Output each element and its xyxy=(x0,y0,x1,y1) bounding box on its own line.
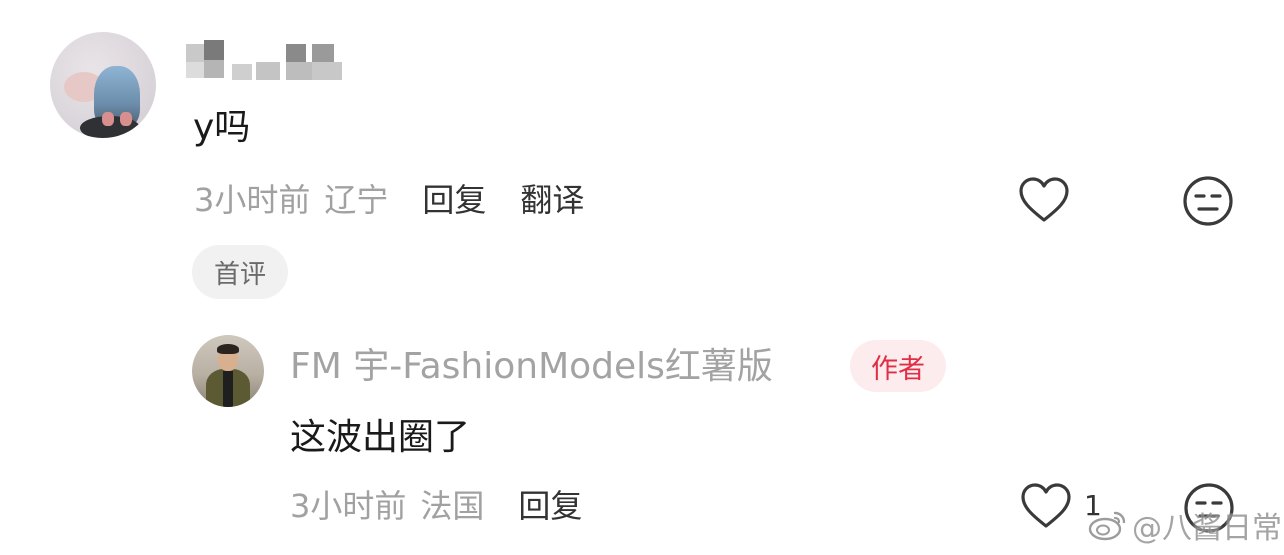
reply-time: 3小时前 xyxy=(290,487,407,525)
reply-button[interactable]: 回复 xyxy=(518,481,582,527)
comment-meta: 3小时前 辽宁 回复 翻译 xyxy=(194,176,584,220)
first-comment-badge: 首评 xyxy=(192,245,288,299)
reply-meta: 3小时前 法国 回复 xyxy=(290,482,582,526)
reply-button[interactable]: 回复 xyxy=(422,175,486,221)
watermark-text: @八酱日常 xyxy=(1132,511,1282,546)
comment-text: y吗 xyxy=(193,107,251,148)
watermark: @八酱日常 xyxy=(1088,500,1282,550)
reply-location: 法国 xyxy=(420,487,485,525)
comment-location: 辽宁 xyxy=(324,181,389,219)
commenter-avatar[interactable] xyxy=(50,32,156,138)
translate-button[interactable]: 翻译 xyxy=(520,175,584,221)
comment-time: 3小时前 xyxy=(194,181,311,219)
author-badge: 作者 xyxy=(850,340,946,392)
author-username[interactable]: FM 宇-FashionModels红薯版 xyxy=(290,343,773,391)
comment-thread: y吗 3小时前 辽宁 回复 翻译 首评 FM 宇-FashionModels红薯… xyxy=(0,0,1284,555)
weibo-logo-icon xyxy=(1088,511,1126,541)
heart-outline-icon[interactable] xyxy=(1020,482,1072,530)
heart-outline-icon[interactable] xyxy=(1018,176,1070,224)
obscured-username[interactable] xyxy=(186,40,362,80)
reply-text: 这波出圈了 xyxy=(290,417,471,458)
author-avatar[interactable] xyxy=(192,335,264,407)
neutral-face-icon[interactable] xyxy=(1182,175,1234,227)
